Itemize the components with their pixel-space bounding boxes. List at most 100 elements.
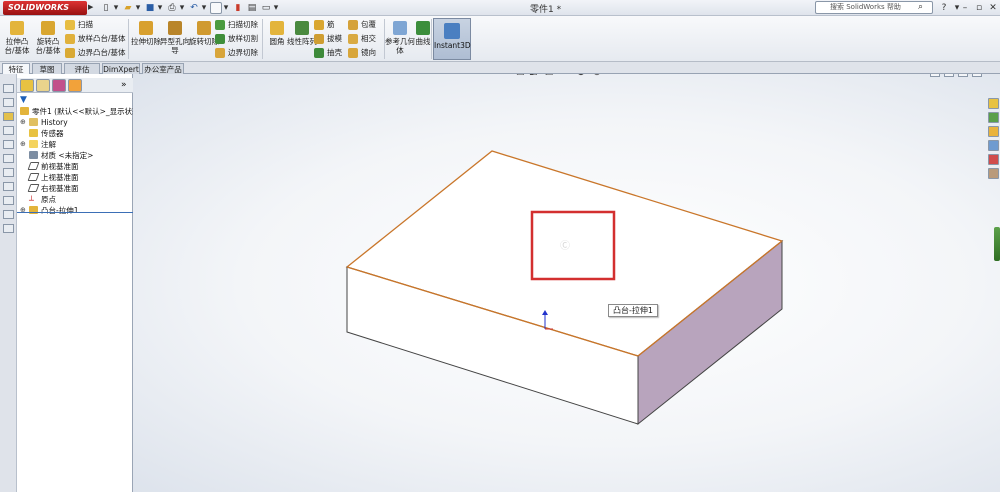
file-properties-icon[interactable]: ▤ <box>246 1 258 15</box>
minimize-icon[interactable]: – <box>958 1 972 15</box>
new-icon[interactable]: ▯ <box>100 1 112 15</box>
feature-manager-tab-icon[interactable] <box>20 79 34 92</box>
loft-boss-label: 放样凸台/基体 <box>78 34 126 43</box>
filter-icon[interactable]: ▼ <box>20 95 30 105</box>
extrude-cut-icon <box>139 21 153 35</box>
search-icon[interactable]: ⌕ <box>918 2 923 12</box>
search-input[interactable]: 搜索 SolidWorks 帮助 <box>815 1 933 14</box>
tab-evaluate[interactable]: 评估 <box>64 63 100 74</box>
tab-dimxpert[interactable]: DimXpert <box>102 63 140 74</box>
options-dropdown-icon[interactable]: ▾ <box>272 1 280 15</box>
tree-item-sensors[interactable]: 传感器 <box>29 129 64 139</box>
model-canvas[interactable]: Ⓒ <box>133 74 1000 492</box>
solidworks-logo[interactable]: SOLIDWORKS <box>3 1 87 15</box>
strip-icon-3[interactable] <box>3 112 14 121</box>
tree-root[interactable]: 零件1 (默认<<默认>_显示状态 <box>20 107 140 117</box>
tab-office-products[interactable]: 办公室产品 <box>142 63 184 74</box>
tab-sketch[interactable]: 草图 <box>32 63 62 74</box>
rollback-bar[interactable] <box>17 212 133 213</box>
file-explorer-icon[interactable] <box>988 126 999 137</box>
undo-dropdown-icon[interactable]: ▾ <box>200 1 208 15</box>
design-library-icon[interactable] <box>988 112 999 123</box>
mirror-button[interactable]: 镜向 <box>347 47 376 59</box>
strip-icon-5[interactable] <box>3 140 14 149</box>
tree-item-annotations[interactable]: 注解 <box>29 140 56 150</box>
close-icon[interactable]: ✕ <box>986 1 1000 15</box>
rib-icon <box>314 20 324 30</box>
revolve-boss-label: 旋转凸台/基体 <box>35 37 61 55</box>
strip-icon-8[interactable] <box>3 182 14 191</box>
annotation-icon <box>29 140 38 148</box>
strip-icon-6[interactable] <box>3 154 14 163</box>
lofted-cut-button[interactable]: 放样切割 <box>214 33 258 45</box>
help-icon[interactable]: ? <box>937 1 951 15</box>
part-icon <box>20 107 29 115</box>
panel-tabs: » <box>17 78 133 93</box>
strip-icon-7[interactable] <box>3 168 14 177</box>
menu-arrow-icon[interactable]: ▶ <box>88 3 96 13</box>
resources-icon[interactable] <box>988 98 999 109</box>
save-dropdown-icon[interactable]: ▾ <box>156 1 164 15</box>
print-icon[interactable]: ⎙ <box>166 1 178 15</box>
open-icon[interactable]: ▰ <box>122 1 134 15</box>
intersect-button[interactable]: 相交 <box>347 33 376 45</box>
tree-item-label: 材质 <未指定> <box>41 151 94 160</box>
print-dropdown-icon[interactable]: ▾ <box>178 1 186 15</box>
tree-root-label: 零件1 (默认<<默认>_显示状态 <box>32 107 140 116</box>
rebuild-icon[interactable]: ▮ <box>232 1 244 15</box>
boundary-cut-button[interactable]: 边界切除 <box>214 47 258 59</box>
tree-item-material[interactable]: 材质 <未指定> <box>29 151 93 161</box>
open-dropdown-icon[interactable]: ▾ <box>134 1 142 15</box>
tree-item-history[interactable]: History <box>29 118 68 128</box>
maximize-icon[interactable]: ▫ <box>972 1 986 15</box>
boundary-boss-icon <box>65 48 75 58</box>
draft-button[interactable]: 拔模 <box>313 33 342 45</box>
revolve-boss-button[interactable]: 旋转凸台/基体 <box>33 18 63 60</box>
tree-item-front-plane[interactable]: 前视基准面 <box>27 162 79 172</box>
options-icon[interactable]: ▭ <box>260 1 272 15</box>
draft-label: 拔模 <box>327 34 342 43</box>
shell-icon <box>314 48 324 58</box>
strip-icon-11[interactable] <box>3 224 14 233</box>
appearances-icon[interactable] <box>988 154 999 165</box>
wrap-button[interactable]: 包覆 <box>347 19 376 31</box>
expand-history-icon[interactable]: ⊕ <box>20 118 26 126</box>
strip-icon-10[interactable] <box>3 210 14 219</box>
tab-features[interactable]: 特征 <box>2 63 30 74</box>
task-pane-strip <box>987 98 1000 184</box>
origin-icon: ┴ <box>29 196 34 205</box>
expand-panel-icon[interactable]: » <box>121 80 127 90</box>
tree-item-right-plane[interactable]: 右视基准面 <box>27 184 79 194</box>
instant3d-button[interactable]: Instant3D <box>433 18 471 60</box>
swept-cut-button[interactable]: 扫描切除 <box>214 19 258 31</box>
select-dropdown-icon[interactable]: ▾ <box>222 1 230 15</box>
tree-item-label: 凸台-拉伸1 <box>41 206 79 215</box>
extrude-boss-button[interactable]: 拉伸凸台/基体 <box>2 18 32 60</box>
strip-icon-1[interactable] <box>3 84 14 93</box>
task-pane-handle[interactable] <box>994 227 1000 261</box>
rib-button[interactable]: 筋 <box>313 19 335 31</box>
display-manager-tab-icon[interactable] <box>68 79 82 92</box>
strip-icon-9[interactable] <box>3 196 14 205</box>
tree-item-top-plane[interactable]: 上视基准面 <box>27 173 79 183</box>
search-results-icon[interactable] <box>988 140 999 151</box>
boundary-boss-button[interactable]: 边界凸台/基体 <box>64 47 126 59</box>
property-manager-tab-icon[interactable] <box>36 79 50 92</box>
tree-item-origin[interactable]: ┴ 原点 <box>29 195 56 205</box>
tree-item-boss-extrude[interactable]: 凸台-拉伸1 <box>29 206 78 216</box>
loft-boss-button[interactable]: 放样凸台/基体 <box>64 33 126 45</box>
extrude-cut-button[interactable]: 拉伸切除 <box>131 18 161 60</box>
shell-button[interactable]: 抽壳 <box>313 47 342 59</box>
undo-icon[interactable]: ↶ <box>188 1 200 15</box>
hole-wizard-button[interactable]: 异型孔向导 <box>160 18 190 60</box>
strip-icon-2[interactable] <box>3 98 14 107</box>
save-icon[interactable]: ■ <box>144 1 156 15</box>
graphics-area[interactable]: ⌕ ⌕ ↶ ▣ ◧ ◩ ∞ ● ◍ ▪ Ⓒ <box>133 74 1000 492</box>
new-dropdown-icon[interactable]: ▾ <box>112 1 120 15</box>
select-icon[interactable] <box>210 2 222 14</box>
config-manager-tab-icon[interactable] <box>52 79 66 92</box>
strip-icon-4[interactable] <box>3 126 14 135</box>
custom-properties-icon[interactable] <box>988 168 999 179</box>
expand-annotations-icon[interactable]: ⊕ <box>20 140 26 148</box>
sweep-button[interactable]: 扫描 <box>64 19 93 31</box>
